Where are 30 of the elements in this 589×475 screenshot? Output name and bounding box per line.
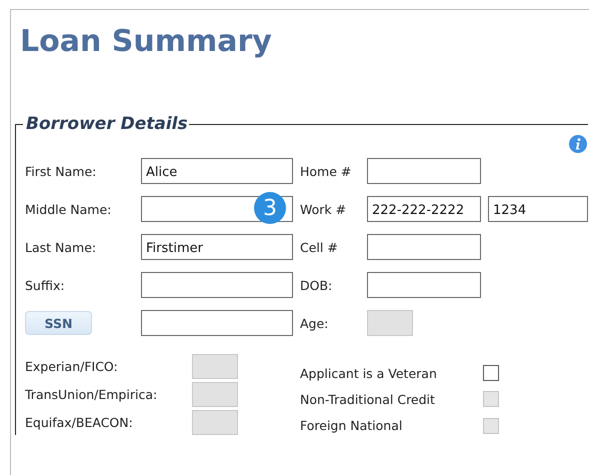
checkbox-label: Non-Traditional Credit bbox=[300, 392, 436, 407]
input-field[interactable]: Alice bbox=[141, 158, 293, 184]
input-field[interactable]: Firstimer bbox=[141, 234, 293, 260]
field-label: Age: bbox=[300, 316, 330, 330]
info-icon[interactable] bbox=[569, 135, 587, 153]
input-field[interactable] bbox=[367, 272, 481, 298]
checkbox[interactable] bbox=[483, 365, 499, 382]
step-badge: 3 bbox=[254, 192, 286, 224]
field-label: First Name: bbox=[25, 164, 98, 178]
field-label: Cell # bbox=[300, 240, 339, 254]
field-label: DOB: bbox=[300, 278, 334, 292]
input-field[interactable] bbox=[141, 310, 293, 336]
page-title: Loan Summary bbox=[20, 23, 273, 61]
score-label: Equifax/BEACON: bbox=[25, 415, 134, 430]
input-field[interactable] bbox=[367, 234, 481, 260]
score-label: TransUnion/Empirica: bbox=[25, 387, 158, 402]
field-label: Home # bbox=[300, 164, 352, 178]
section-legend: Borrower Details bbox=[23, 114, 189, 134]
input-field[interactable] bbox=[367, 158, 481, 184]
input-field[interactable] bbox=[141, 272, 293, 298]
field-label: Middle Name: bbox=[25, 202, 112, 216]
input-field[interactable]: 222-222-2222 bbox=[367, 196, 481, 222]
score-label: Experian/FICO: bbox=[25, 359, 119, 374]
field-label: Work # bbox=[300, 202, 348, 216]
input-field[interactable]: 1234 bbox=[488, 196, 588, 222]
field-label: Suffix: bbox=[25, 278, 66, 292]
checkbox-label: Applicant is a Veteran bbox=[300, 366, 438, 381]
ssn-button[interactable]: SSN bbox=[25, 311, 92, 335]
checkbox-label: Foreign National bbox=[300, 418, 404, 434]
field-label: Last Name: bbox=[25, 240, 98, 254]
